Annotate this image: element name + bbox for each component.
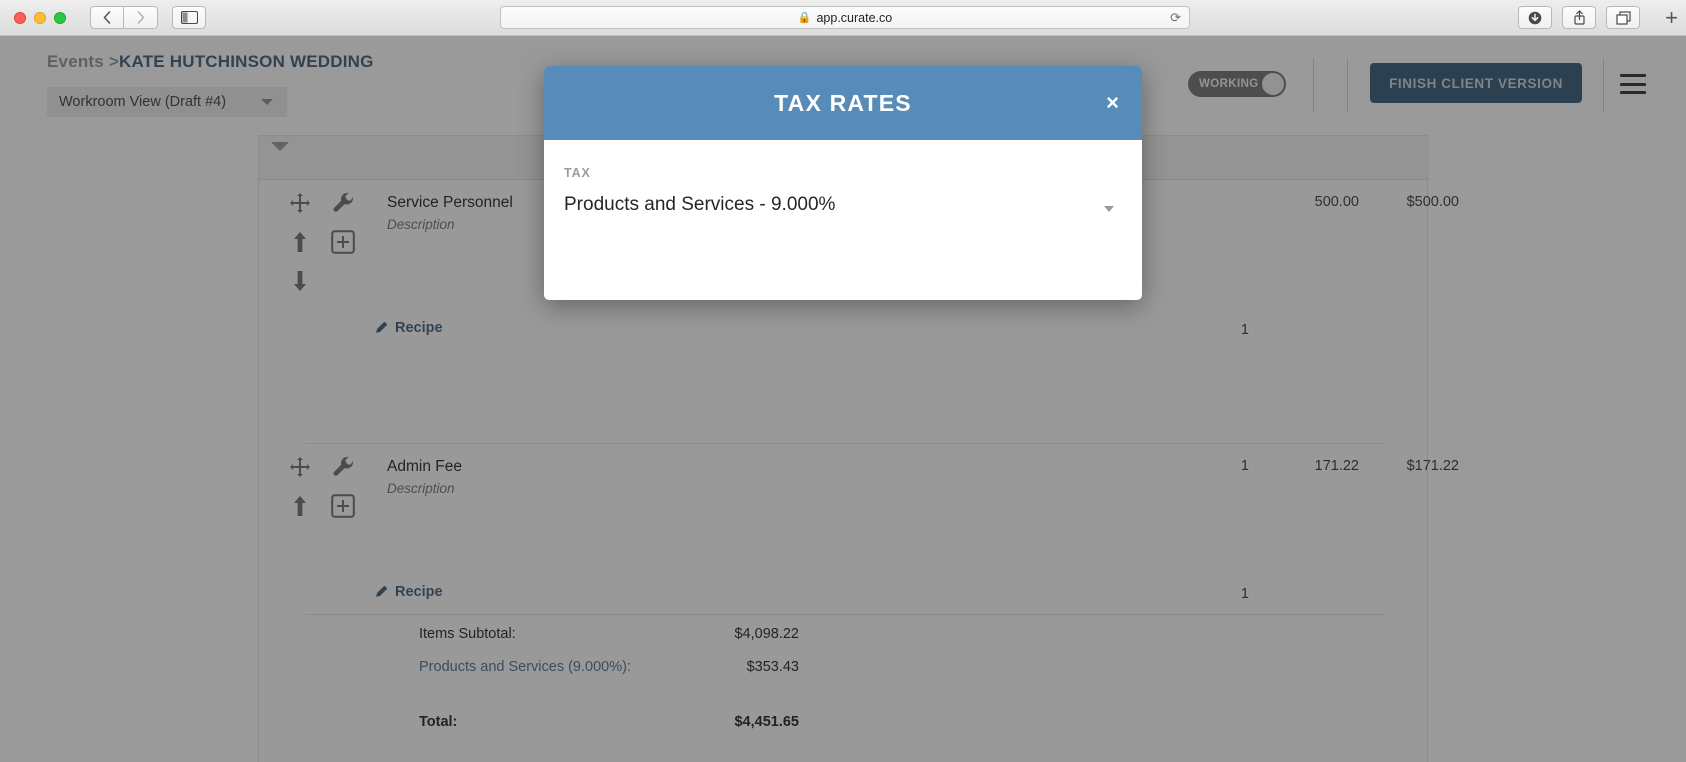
sidebar-toggle-button[interactable] bbox=[172, 6, 206, 29]
address-bar[interactable]: 🔒 app.curate.co ⟳ bbox=[500, 6, 1190, 29]
tax-select[interactable]: Products and Services - 9.000% bbox=[564, 194, 1122, 224]
screen: 🔒 app.curate.co ⟳ bbox=[0, 0, 1686, 762]
chevron-right-icon bbox=[137, 11, 145, 24]
tax-select-value: Products and Services - 9.000% bbox=[564, 194, 835, 215]
reload-icon[interactable]: ⟳ bbox=[1170, 10, 1181, 26]
close-window-button[interactable] bbox=[14, 12, 26, 24]
chevron-down-icon bbox=[1104, 206, 1114, 212]
show-tabs-icon bbox=[1616, 11, 1631, 25]
modal-body: TAX Products and Services - 9.000% + Add… bbox=[544, 140, 1142, 224]
lock-icon: 🔒 bbox=[798, 11, 812, 24]
chevron-left-icon bbox=[103, 11, 111, 24]
new-tab-button[interactable]: + bbox=[1665, 5, 1678, 31]
share-icon bbox=[1573, 10, 1586, 25]
back-button[interactable] bbox=[90, 6, 124, 29]
download-icon bbox=[1528, 11, 1542, 25]
browser-actions bbox=[1518, 6, 1640, 29]
tax-field-label: TAX bbox=[564, 166, 1122, 180]
sidebar-toggle-icon bbox=[181, 11, 198, 24]
window-controls bbox=[14, 12, 66, 24]
browser-toolbar: 🔒 app.curate.co ⟳ bbox=[0, 0, 1686, 36]
tax-rates-modal: TAX RATES × TAX Products and Services - … bbox=[544, 66, 1142, 300]
share-button[interactable] bbox=[1562, 6, 1596, 29]
navigation-buttons bbox=[90, 6, 158, 29]
maximize-window-button[interactable] bbox=[54, 12, 66, 24]
forward-button[interactable] bbox=[124, 6, 158, 29]
close-icon[interactable]: × bbox=[1106, 92, 1119, 114]
show-tabs-button[interactable] bbox=[1606, 6, 1640, 29]
modal-header: TAX RATES × bbox=[544, 66, 1142, 140]
download-button[interactable] bbox=[1518, 6, 1552, 29]
modal-title: TAX RATES bbox=[774, 90, 912, 117]
minimize-window-button[interactable] bbox=[34, 12, 46, 24]
url-text: app.curate.co bbox=[816, 11, 892, 25]
